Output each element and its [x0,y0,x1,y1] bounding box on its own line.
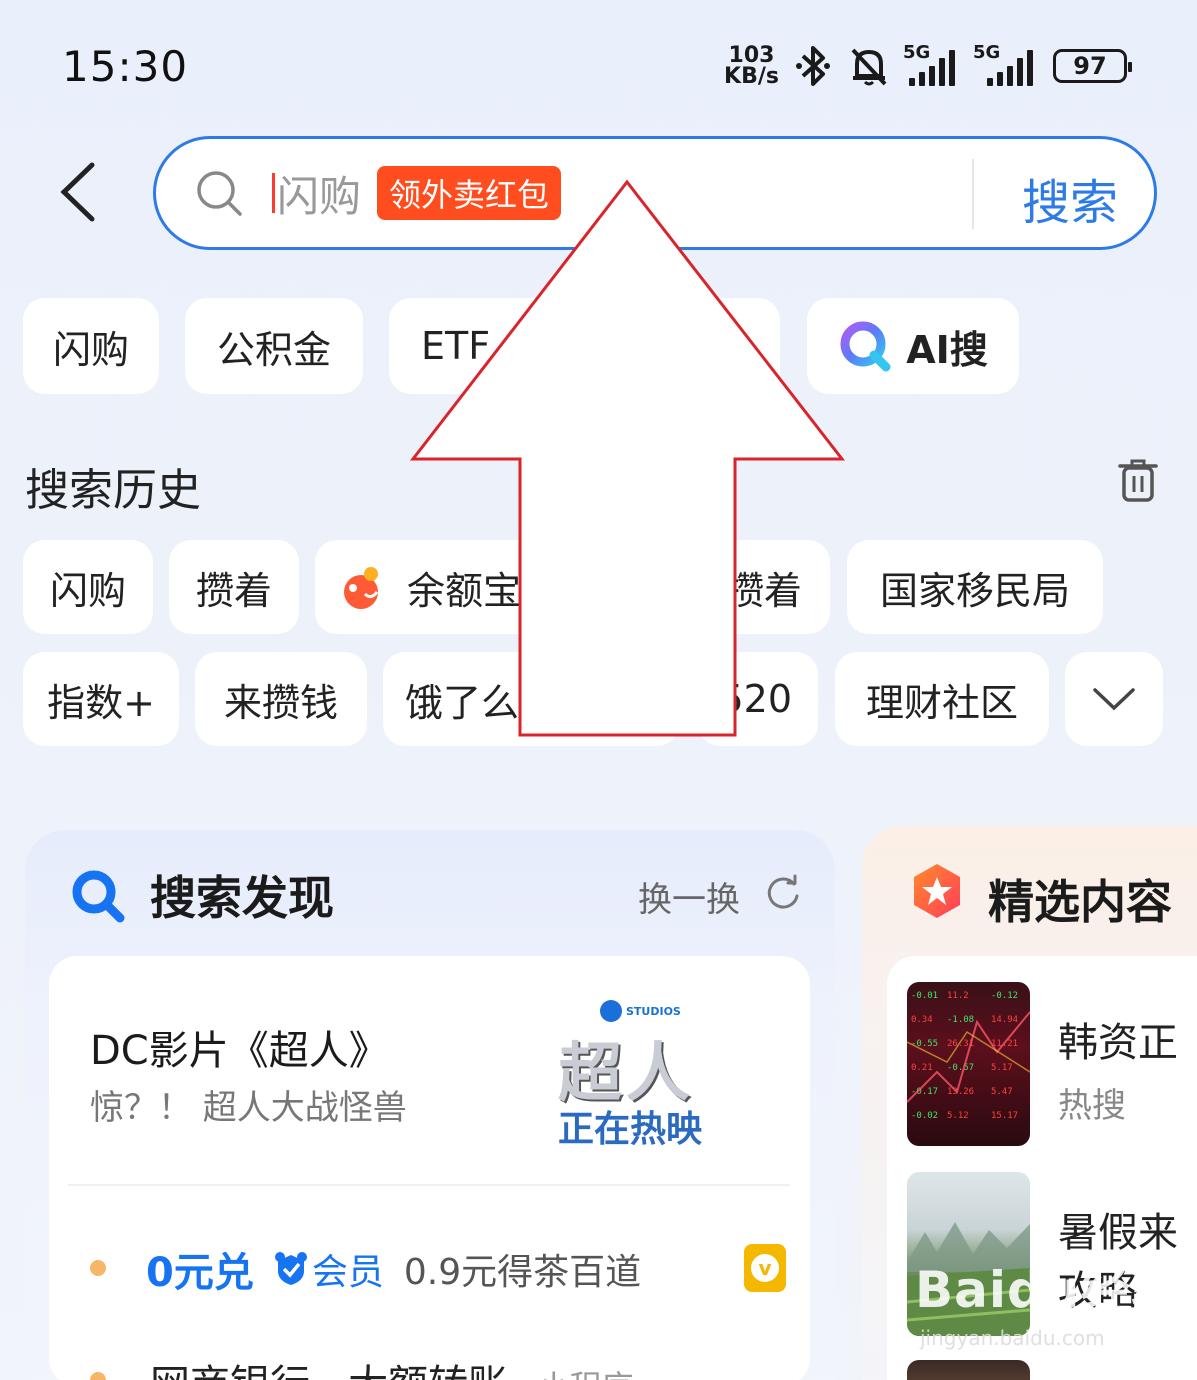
quick-chip-hidden[interactable] [600,298,780,394]
ai-search-icon [840,321,891,372]
history-expand-button[interactable] [1065,652,1163,746]
search-icon [197,171,242,216]
svg-text:14.94: 14.94 [991,1015,1018,1025]
battery-indicator: 97 [1053,49,1132,83]
featured-title: 精选内容 [988,875,1172,929]
discover-feature-subtitle: 惊？！ 超人大战怪兽 [90,1088,407,1128]
svg-text:5.17: 5.17 [991,1063,1013,1073]
network-speed-value: 103 [728,43,775,68]
svg-text:-0.57: -0.57 [947,1063,974,1073]
history-title: 搜索历史 [25,465,201,516]
thumbnail[interactable] [907,1360,1030,1380]
bluetooth-icon [796,46,830,86]
svg-text:-0.12: -0.12 [991,991,1018,1001]
refresh-icon[interactable] [764,874,802,912]
search-button[interactable]: 搜索 [1022,163,1118,233]
history-item[interactable]: 指数+ [23,652,179,746]
chevron-down-icon [1093,688,1135,711]
history-item[interactable]: 饿了么 [383,652,679,746]
offer-logo-icon: v [744,1244,786,1292]
history-item[interactable]: 攒着 [169,540,299,634]
featured-item-tag: 热搜 [1058,1086,1126,1126]
featured-star-icon [914,864,960,918]
search-input[interactable]: 闪购 [277,163,361,224]
divider [68,1184,790,1186]
svg-text:0.21: 0.21 [911,1063,933,1073]
discover-search-icon [72,870,125,923]
svg-text:5.47: 5.47 [991,1087,1013,1097]
history-item[interactable]: 闪购 [23,540,153,634]
svg-text:0.34: 0.34 [911,1015,933,1025]
svg-text:-0.02: -0.02 [911,1111,938,1121]
featured-item-title[interactable]: 韩资正 [1058,1010,1178,1068]
movie-poster[interactable]: STUDIOS 超人 正在热映 [552,998,712,1150]
svg-text:-0.17: -0.17 [911,1087,938,1097]
svg-text:-0.55: -0.55 [911,1039,938,1049]
network-speed: 103 KB/s [724,43,779,89]
back-button[interactable] [50,160,106,224]
chevron-left-icon [60,162,95,222]
watermark-url: jingyan.baidu.com [920,1326,1105,1350]
svg-text:15.17: 15.17 [991,1111,1018,1121]
svg-text:5.12: 5.12 [947,1111,969,1121]
discover-feature-title[interactable]: DC影片《超人》 [90,1018,389,1076]
list-item-bank[interactable]: 网商银行 · 大额转账 小程序 [150,1352,634,1380]
history-item[interactable]: 攒着 [690,540,830,634]
list-bullet [90,1260,106,1276]
svg-text:-1.08: -1.08 [947,1015,974,1025]
search-bar[interactable]: 闪购 领外卖红包 搜索 [153,136,1157,250]
poster-studio-label: STUDIOS [600,1000,681,1022]
promo-tag[interactable]: 领外卖红包 [377,166,562,220]
member-badge-icon [274,1252,307,1285]
list-item-offer[interactable]: 0元兑 会员 0.9元得茶百道 [146,1240,641,1298]
history-item-yuebao[interactable]: 余额宝 [315,540,545,634]
svg-text:11.2: 11.2 [947,991,969,1001]
status-icons: 103 KB/s 5G 5G 97 [724,42,1132,89]
baidu-watermark: Baidu经验 [915,1261,1183,1319]
history-item[interactable]: 520 [698,652,818,746]
stock-chart-thumbnail[interactable]: -0.01 11.2 -0.12 0.34 -1.08 14.94 -0.55 26.31… [907,982,1030,1146]
quick-chip-gongjijin[interactable]: 公积金 [185,298,363,394]
yuebao-icon [344,567,379,609]
poster-subtitle: 正在热映 [558,1109,703,1150]
svg-text:13.26: 13.26 [947,1087,974,1097]
signal-5g-1-icon: 5G [903,42,961,86]
quick-chip-etf[interactable]: ETF [389,298,579,394]
svg-text:-0.01: -0.01 [911,991,938,1001]
history-item[interactable]: 来攒钱 [195,652,367,746]
refresh-button[interactable]: 换一换 [638,872,740,921]
search-divider [972,159,974,229]
trash-icon[interactable] [1116,458,1160,502]
history-item[interactable]: 理财社区 [835,652,1049,746]
status-time: 15:30 [62,42,189,91]
quick-chip-ai-search[interactable]: AI搜 [807,298,1019,394]
mute-bell-icon [851,48,887,86]
quick-chip-shangou[interactable]: 闪购 [23,298,159,394]
history-item[interactable]: 国家移民局 [847,540,1103,634]
text-caret [272,173,275,213]
discover-title: 搜索发现 [150,871,334,925]
network-speed-unit: KB/s [724,64,779,89]
signal-5g-2-icon: 5G [973,42,1039,86]
